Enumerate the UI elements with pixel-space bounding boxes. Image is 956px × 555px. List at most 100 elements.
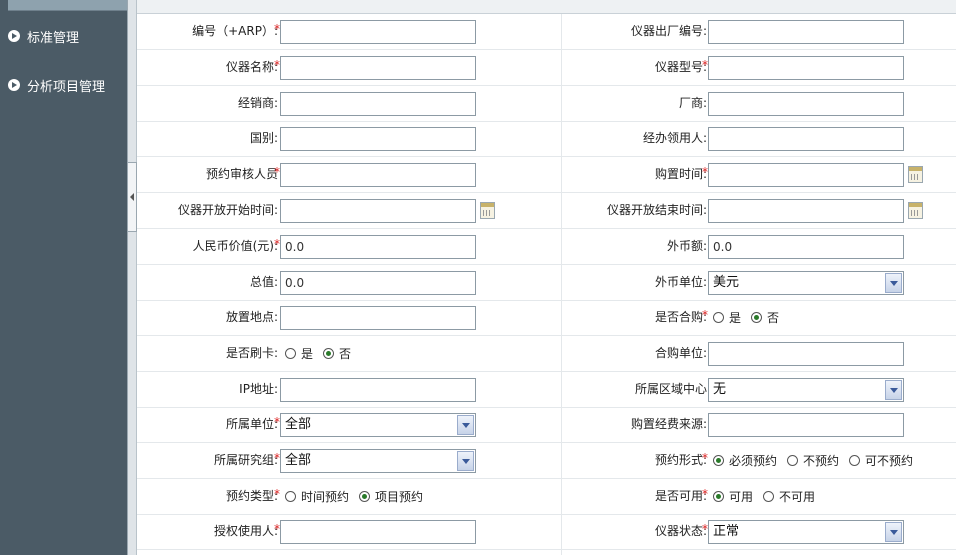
- radio-button[interactable]: [713, 490, 724, 502]
- radio-option[interactable]: 时间预约: [285, 488, 349, 505]
- radio-group: 可用 不可用: [713, 485, 825, 507]
- text-input[interactable]: [708, 199, 904, 223]
- text-input[interactable]: [280, 306, 476, 330]
- chevron-down-icon[interactable]: [457, 415, 474, 435]
- collapse-sidebar-button[interactable]: [127, 162, 137, 232]
- select-dropdown[interactable]: 全部: [280, 413, 476, 437]
- required-marker: *: [702, 308, 708, 322]
- label-cell: 购置经费来源:: [561, 407, 707, 442]
- required-marker: *: [702, 487, 708, 501]
- radio-button[interactable]: [323, 347, 335, 359]
- label-cell: 人民币价值(元):: [137, 229, 278, 264]
- form-row: 人民币价值(元):*外币额:: [137, 229, 956, 265]
- field-label: 是否合购:: [654, 310, 707, 324]
- calendar-icon[interactable]: [908, 202, 923, 219]
- radio-option[interactable]: 可不预约: [849, 452, 913, 469]
- form-row: 预约类型: * 时间预约 项目预约 是否可用: * 可用 不可用: [137, 479, 956, 515]
- sidebar-item-label: 标准管理: [27, 30, 80, 46]
- radio-button[interactable]: [849, 454, 861, 466]
- text-input[interactable]: [280, 20, 476, 44]
- sidebar-item-standard-management[interactable]: 标准管理: [8, 26, 79, 46]
- label-cell: 授权使用人:: [137, 514, 278, 549]
- radio-group: 必须预约 不预约 可不预约: [713, 449, 923, 471]
- radio-label: 否: [339, 346, 352, 361]
- select-dropdown[interactable]: 无: [708, 378, 904, 402]
- field-label: 仪器名称:: [225, 60, 278, 74]
- label-cell: 仪器状态:: [561, 514, 707, 549]
- radio-button[interactable]: [713, 454, 724, 466]
- radio-button[interactable]: [763, 490, 775, 502]
- radio-button[interactable]: [787, 454, 799, 466]
- label-cell: 仪器开放结束时间:: [561, 193, 707, 228]
- radio-group: 是否: [285, 342, 361, 364]
- text-input[interactable]: [280, 520, 476, 544]
- text-input[interactable]: [708, 127, 904, 151]
- radio-group: 是否: [713, 306, 789, 328]
- chevron-down-icon[interactable]: [457, 451, 474, 471]
- radio-label: 时间预约: [301, 489, 350, 504]
- chevron-down-icon[interactable]: [885, 380, 902, 400]
- radio-label: 不可用: [779, 489, 816, 504]
- text-input[interactable]: [280, 271, 476, 295]
- field-label: 是否可用:: [654, 489, 707, 503]
- radio-option[interactable]: 必须预约: [713, 452, 777, 469]
- text-input[interactable]: [280, 92, 476, 116]
- text-input[interactable]: [708, 235, 904, 259]
- field-label: 经销商:: [237, 96, 278, 110]
- chevron-down-icon[interactable]: [885, 522, 902, 542]
- radio-option[interactable]: 否: [323, 345, 351, 362]
- text-input[interactable]: [708, 56, 904, 80]
- label-cell: 外币额:: [561, 229, 707, 264]
- field-label: 编号（+ARP）:: [192, 24, 278, 38]
- text-input[interactable]: [708, 92, 904, 116]
- radio-button[interactable]: [713, 311, 724, 323]
- radio-button[interactable]: [359, 490, 371, 502]
- field-label: 仪器出厂编号:: [630, 24, 707, 38]
- label-cell: 经办领用人:: [561, 121, 707, 156]
- select-dropdown[interactable]: 全部: [280, 449, 476, 473]
- form-row: 仪器开放开始时间: 仪器开放结束时间:: [137, 193, 956, 229]
- form-row: 编号（+ARP）: * 仪器出厂编号:: [137, 14, 956, 50]
- radio-option[interactable]: 否: [751, 309, 779, 326]
- text-input[interactable]: [280, 127, 476, 151]
- field-label: 厂商:: [678, 96, 707, 110]
- label-cell: 购置时间:: [561, 157, 707, 192]
- text-input[interactable]: [708, 163, 904, 187]
- text-input[interactable]: [280, 163, 476, 187]
- chevron-down-icon[interactable]: [885, 273, 902, 293]
- select-dropdown[interactable]: 正常: [708, 520, 904, 544]
- text-input[interactable]: [708, 413, 904, 437]
- radio-option[interactable]: 项目预约: [359, 488, 423, 505]
- label-cell: 是否合购:: [561, 300, 707, 335]
- text-input[interactable]: [280, 56, 476, 80]
- sidebar-splitter[interactable]: [127, 0, 137, 555]
- form-row: 经销商: 厂商:: [137, 86, 956, 122]
- radio-option[interactable]: 不可用: [763, 488, 815, 505]
- label-cell: 预约形式:: [561, 443, 707, 478]
- form-row: 所属单位: * 全部 购置经费来源:: [137, 407, 956, 443]
- radio-option[interactable]: 是: [285, 345, 313, 362]
- field-label: 仪器开放结束时间:: [606, 203, 707, 217]
- text-input[interactable]: [708, 20, 904, 44]
- form-row: 仪器名称: * 仪器型号: *: [137, 50, 956, 86]
- calendar-icon[interactable]: [908, 166, 923, 183]
- select-dropdown[interactable]: 美元: [708, 271, 904, 295]
- sidebar-item-label: 分析项目管理: [27, 79, 106, 95]
- calendar-icon[interactable]: [480, 202, 495, 219]
- text-input[interactable]: [280, 199, 476, 223]
- text-input[interactable]: [708, 342, 904, 366]
- radio-option[interactable]: 不预约: [787, 452, 839, 469]
- radio-button[interactable]: [751, 311, 763, 323]
- form-row: 是否刷卡: 是否合购单位:: [137, 336, 956, 372]
- text-input[interactable]: [280, 235, 476, 259]
- radio-option[interactable]: 可用: [713, 488, 753, 505]
- sidebar-item-analysis-project-management[interactable]: 分析项目管理: [8, 75, 105, 95]
- label-cell: 是否可用:: [561, 479, 707, 514]
- radio-label: 不预约: [803, 453, 840, 468]
- radio-button[interactable]: [285, 347, 296, 359]
- field-label: 预约形式:: [654, 453, 707, 467]
- radio-option[interactable]: 是: [713, 309, 741, 326]
- label-cell: 外币单位:: [561, 265, 707, 300]
- radio-button[interactable]: [285, 490, 296, 502]
- text-input[interactable]: [280, 378, 476, 402]
